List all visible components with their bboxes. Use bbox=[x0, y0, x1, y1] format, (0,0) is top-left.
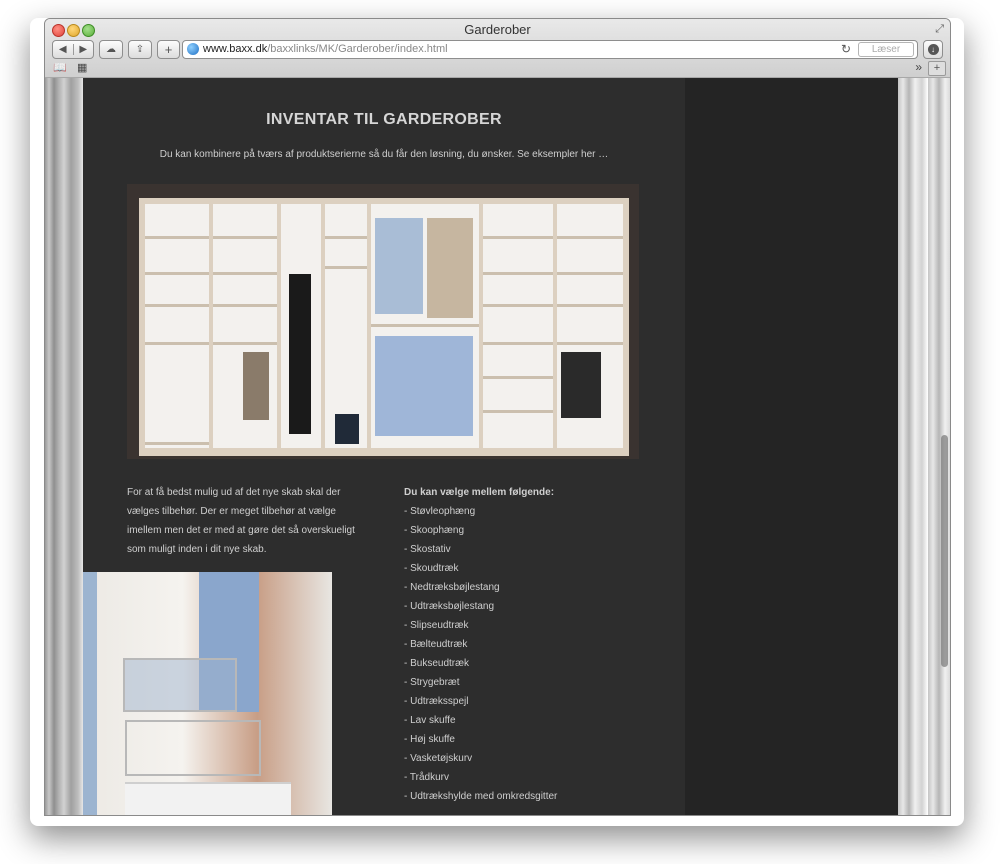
jackets bbox=[427, 218, 473, 318]
new-tab-icon[interactable]: + bbox=[928, 61, 946, 76]
more-icon[interactable]: » bbox=[915, 60, 922, 74]
list-item: - Strygebræt bbox=[404, 677, 460, 688]
url-text[interactable]: www.baxx.dk/baxxlinks/MK/Garderober/inde… bbox=[203, 43, 448, 55]
address-bar[interactable]: www.baxx.dk/baxxlinks/MK/Garderober/inde… bbox=[182, 40, 918, 59]
downloads-button[interactable]: ↓ bbox=[923, 40, 943, 59]
intro-text: Du kan kombinere på tværs af produktseri… bbox=[159, 149, 609, 160]
sidebar bbox=[685, 78, 898, 815]
wardrobe-column bbox=[557, 204, 623, 448]
list-item: - Vasketøjskurv bbox=[404, 753, 473, 764]
accessories-description: For at få bedst mulig ud af det nye skab… bbox=[127, 487, 355, 555]
list-item: - Udtrækshylde med omkredsgitter bbox=[404, 791, 558, 802]
bookmarks-icon[interactable]: 📖 bbox=[53, 61, 67, 74]
cloud-icon[interactable]: ☁ bbox=[99, 40, 123, 59]
list-item: - Slipseudtræk bbox=[404, 620, 469, 631]
back-icon[interactable]: ◀ bbox=[53, 44, 74, 55]
list-item: - Skostativ bbox=[404, 544, 451, 555]
history-nav-group: ◀ ▶ bbox=[52, 40, 94, 59]
list-item: - Lav skuffe bbox=[404, 715, 456, 726]
list-item: - Skoudtræk bbox=[404, 563, 459, 574]
wardrobe-column bbox=[371, 204, 479, 448]
url-domain: www.baxx.dk bbox=[203, 43, 268, 55]
list-item: - Høj skuffe bbox=[404, 734, 455, 745]
list-item: - Støvleophæng bbox=[404, 506, 476, 517]
shirts bbox=[375, 218, 423, 314]
reader-button[interactable]: Læser bbox=[858, 42, 914, 57]
list-item: - Skoophæng bbox=[404, 525, 465, 536]
list-item: - Bælteudtræk bbox=[404, 639, 468, 650]
reload-icon[interactable]: ↻ bbox=[841, 42, 851, 56]
share-icon[interactable]: ⇪ bbox=[128, 40, 152, 59]
black-dress bbox=[289, 274, 311, 434]
globe-icon bbox=[187, 43, 199, 55]
page-title: INVENTAR TIL GARDEROBER bbox=[266, 111, 502, 128]
download-icon: ↓ bbox=[927, 44, 939, 55]
list-heading: Du kan vælge mellem følgende: bbox=[404, 487, 555, 498]
url-path: /baxxlinks/MK/Garderober/index.html bbox=[267, 43, 448, 55]
wardrobe-column bbox=[213, 204, 277, 448]
window-title: Garderober bbox=[464, 22, 531, 37]
wardrobe-column bbox=[145, 204, 209, 448]
scrollbar-thumb[interactable] bbox=[941, 435, 948, 667]
wardrobe-column bbox=[281, 204, 321, 448]
list-item: - Bukseudtræk bbox=[404, 658, 470, 669]
list-item: - Nedtræksbøjlestang bbox=[404, 582, 500, 593]
list-item: - Udtræksspejl bbox=[404, 696, 469, 707]
dark-trousers bbox=[561, 352, 601, 418]
wardrobe-frame bbox=[139, 198, 629, 456]
forward-icon[interactable]: ▶ bbox=[74, 44, 94, 55]
fullscreen-icon[interactable]: ⤢ bbox=[935, 23, 944, 36]
add-icon[interactable]: + bbox=[157, 40, 180, 59]
wardrobe-column bbox=[483, 204, 553, 448]
list-item: - Udtræksbøjlestang bbox=[404, 601, 495, 612]
wardrobe-column bbox=[325, 204, 367, 448]
top-sites-icon[interactable]: ▦ bbox=[77, 61, 87, 74]
trousers bbox=[243, 352, 269, 420]
page-viewport: INVENTAR TIL GARDEROBER Du kan kombinere… bbox=[45, 78, 950, 815]
shirts-lower bbox=[375, 336, 473, 436]
browser-window: Garderober ⤢ ◀ ▶ ☁ ⇪ + www.baxx.dk/baxxl… bbox=[44, 18, 951, 816]
list-item: - Trådkurv bbox=[404, 772, 450, 783]
wardrobe-photo bbox=[127, 184, 639, 459]
vacuum-cleaner bbox=[335, 414, 359, 444]
accessories-list: Du kan vælge mellem følgende: - Støvleop… bbox=[404, 483, 644, 806]
drawer-photo bbox=[83, 572, 332, 815]
bookmarks-bar: 📖 ▦ » + bbox=[45, 60, 950, 76]
title-bar: Garderober ⤢ ◀ ▶ ☁ ⇪ + www.baxx.dk/baxxl… bbox=[45, 19, 950, 78]
